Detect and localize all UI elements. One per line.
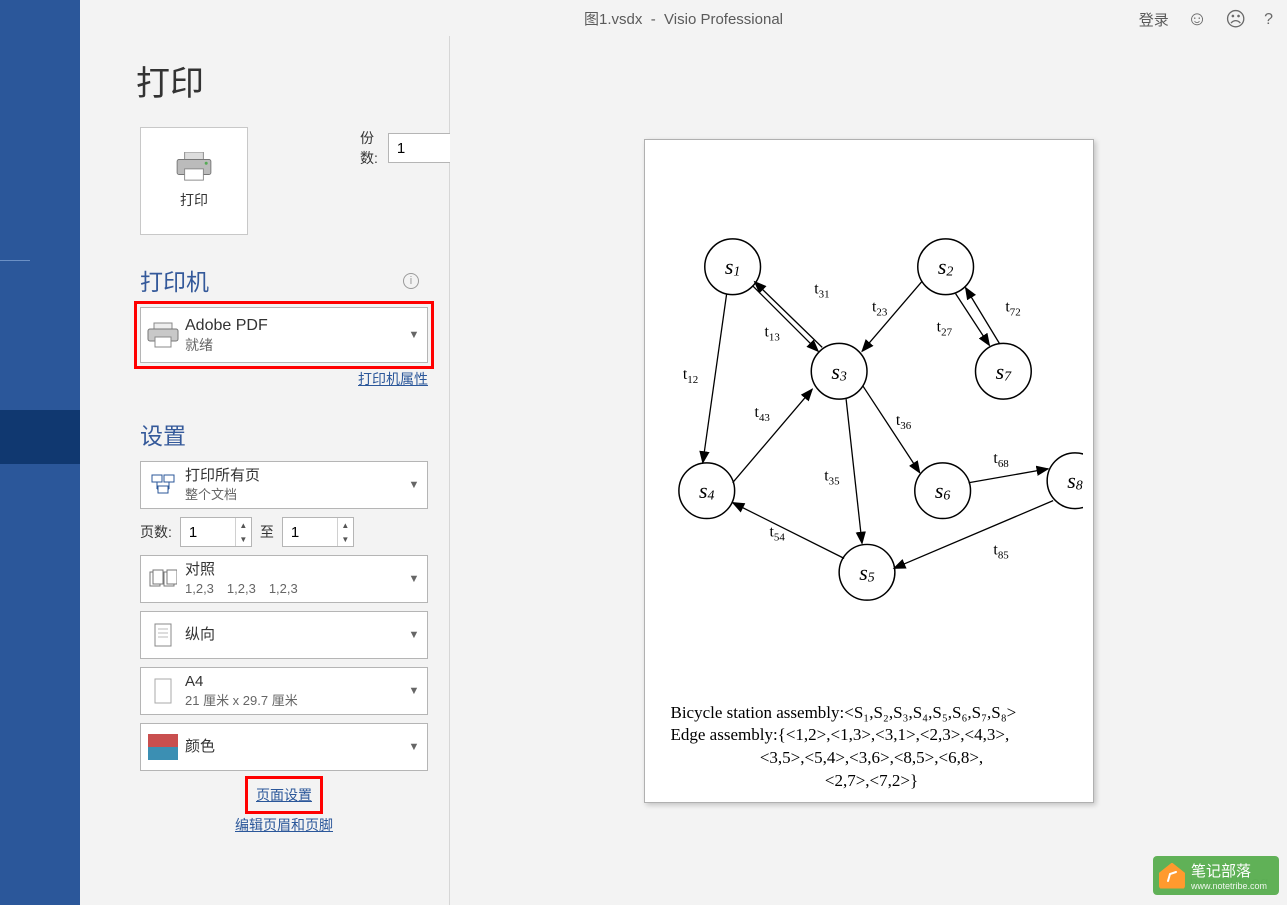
svg-text:t12: t12 <box>682 366 697 386</box>
color-select[interactable]: 颜色 ▼ <box>140 723 428 771</box>
svg-text:t54: t54 <box>769 523 785 543</box>
scope-icon <box>141 473 185 497</box>
diagram: s1 s2 s3 s4 s5 s6 s7 s8 <box>655 212 1083 812</box>
doc-name: 图1.vsdx <box>584 11 642 28</box>
svg-text:t36: t36 <box>895 411 911 431</box>
page-from-input[interactable] <box>181 518 235 546</box>
pages-label: 页数: <box>140 522 172 542</box>
page-to-stepper[interactable]: ▲▼ <box>282 517 354 547</box>
printer-properties-link[interactable]: 打印机属性 <box>358 371 428 387</box>
collate-select[interactable]: 对照 1,2,3 1,2,3 1,2,3 ▼ <box>140 555 428 603</box>
svg-text:t27: t27 <box>936 318 952 338</box>
print-button-label: 打印 <box>180 190 208 210</box>
titlebar: 图1.vsdx - Visio Professional 登录 ☺ ☹ ? <box>80 0 1287 36</box>
orientation-icon <box>141 622 185 648</box>
backstage-rail[interactable] <box>0 0 80 905</box>
paper-size-select[interactable]: A4 21 厘米 x 29.7 厘米 ▼ <box>140 667 428 715</box>
app-name: Visio Professional <box>664 11 783 28</box>
chevron-down-icon: ▼ <box>401 573 427 585</box>
copies-label: 份数: <box>360 128 378 168</box>
smile-icon[interactable]: ☺ <box>1187 8 1207 31</box>
help-icon[interactable]: ? <box>1264 11 1273 29</box>
info-icon[interactable]: i <box>403 273 419 289</box>
settings-section-heading: 设置 <box>140 417 421 451</box>
svg-text:t23: t23 <box>871 298 887 318</box>
chevron-down-icon: ▼ <box>401 329 427 341</box>
color-swatch-icon <box>148 734 178 760</box>
chevron-down-icon: ▼ <box>401 629 427 641</box>
watermark-text: 笔记部落 <box>1191 860 1267 881</box>
paper-icon <box>141 677 185 705</box>
window-title: 图1.vsdx - Visio Professional <box>80 8 1287 29</box>
page-title: 打印 <box>136 56 421 105</box>
svg-text:t85: t85 <box>993 541 1009 561</box>
svg-text:t43: t43 <box>754 404 770 424</box>
print-button[interactable]: 打印 <box>140 127 248 235</box>
rail-selected-item[interactable] <box>0 410 80 464</box>
print-scope-select[interactable]: 打印所有页 整个文档 ▼ <box>140 461 428 509</box>
svg-text:t35: t35 <box>824 467 840 487</box>
svg-text:t72: t72 <box>1005 298 1020 318</box>
page-from-stepper[interactable]: ▲▼ <box>180 517 252 547</box>
watermark-sub: www.notetribe.com <box>1191 881 1267 891</box>
watermark: 笔记部落 www.notetribe.com <box>1153 856 1279 895</box>
printer-select[interactable]: Adobe PDF 就绪 ▼ <box>140 307 428 363</box>
svg-text:t31: t31 <box>814 280 829 300</box>
chevron-down-icon: ▼ <box>401 479 427 491</box>
page-setup-link[interactable]: 页面设置 <box>256 787 312 803</box>
printer-icon <box>175 152 213 182</box>
preview-page: s1 s2 s3 s4 s5 s6 s7 s8 <box>644 139 1094 803</box>
print-panel: 打印 打印 份数: ▲▼ 打印机 i <box>80 36 450 905</box>
house-icon <box>1159 863 1185 889</box>
frown-icon[interactable]: ☹ <box>1225 7 1246 32</box>
login-link[interactable]: 登录 <box>1139 9 1169 30</box>
page-to-input[interactable] <box>283 518 337 546</box>
pages-to-label: 至 <box>260 522 274 542</box>
print-preview: s1 s2 s3 s4 s5 s6 s7 s8 <box>450 36 1287 905</box>
printer-name: Adobe PDF <box>185 315 401 337</box>
printer-device-icon <box>141 321 185 349</box>
svg-text:t68: t68 <box>993 449 1009 469</box>
printer-section-heading: 打印机 <box>140 263 421 297</box>
header-footer-link[interactable]: 编辑页眉和页脚 <box>235 817 333 833</box>
orientation-select[interactable]: 纵向 ▼ <box>140 611 428 659</box>
svg-text:t13: t13 <box>764 323 780 343</box>
rail-divider <box>0 260 30 261</box>
diagram-description: Bicycle station assembly:<S₁,S₂,S₃,S₄,S₅… <box>671 702 1073 794</box>
chevron-down-icon: ▼ <box>401 741 427 753</box>
printer-status: 就绪 <box>185 336 401 355</box>
collate-icon <box>141 568 185 590</box>
chevron-down-icon: ▼ <box>401 685 427 697</box>
